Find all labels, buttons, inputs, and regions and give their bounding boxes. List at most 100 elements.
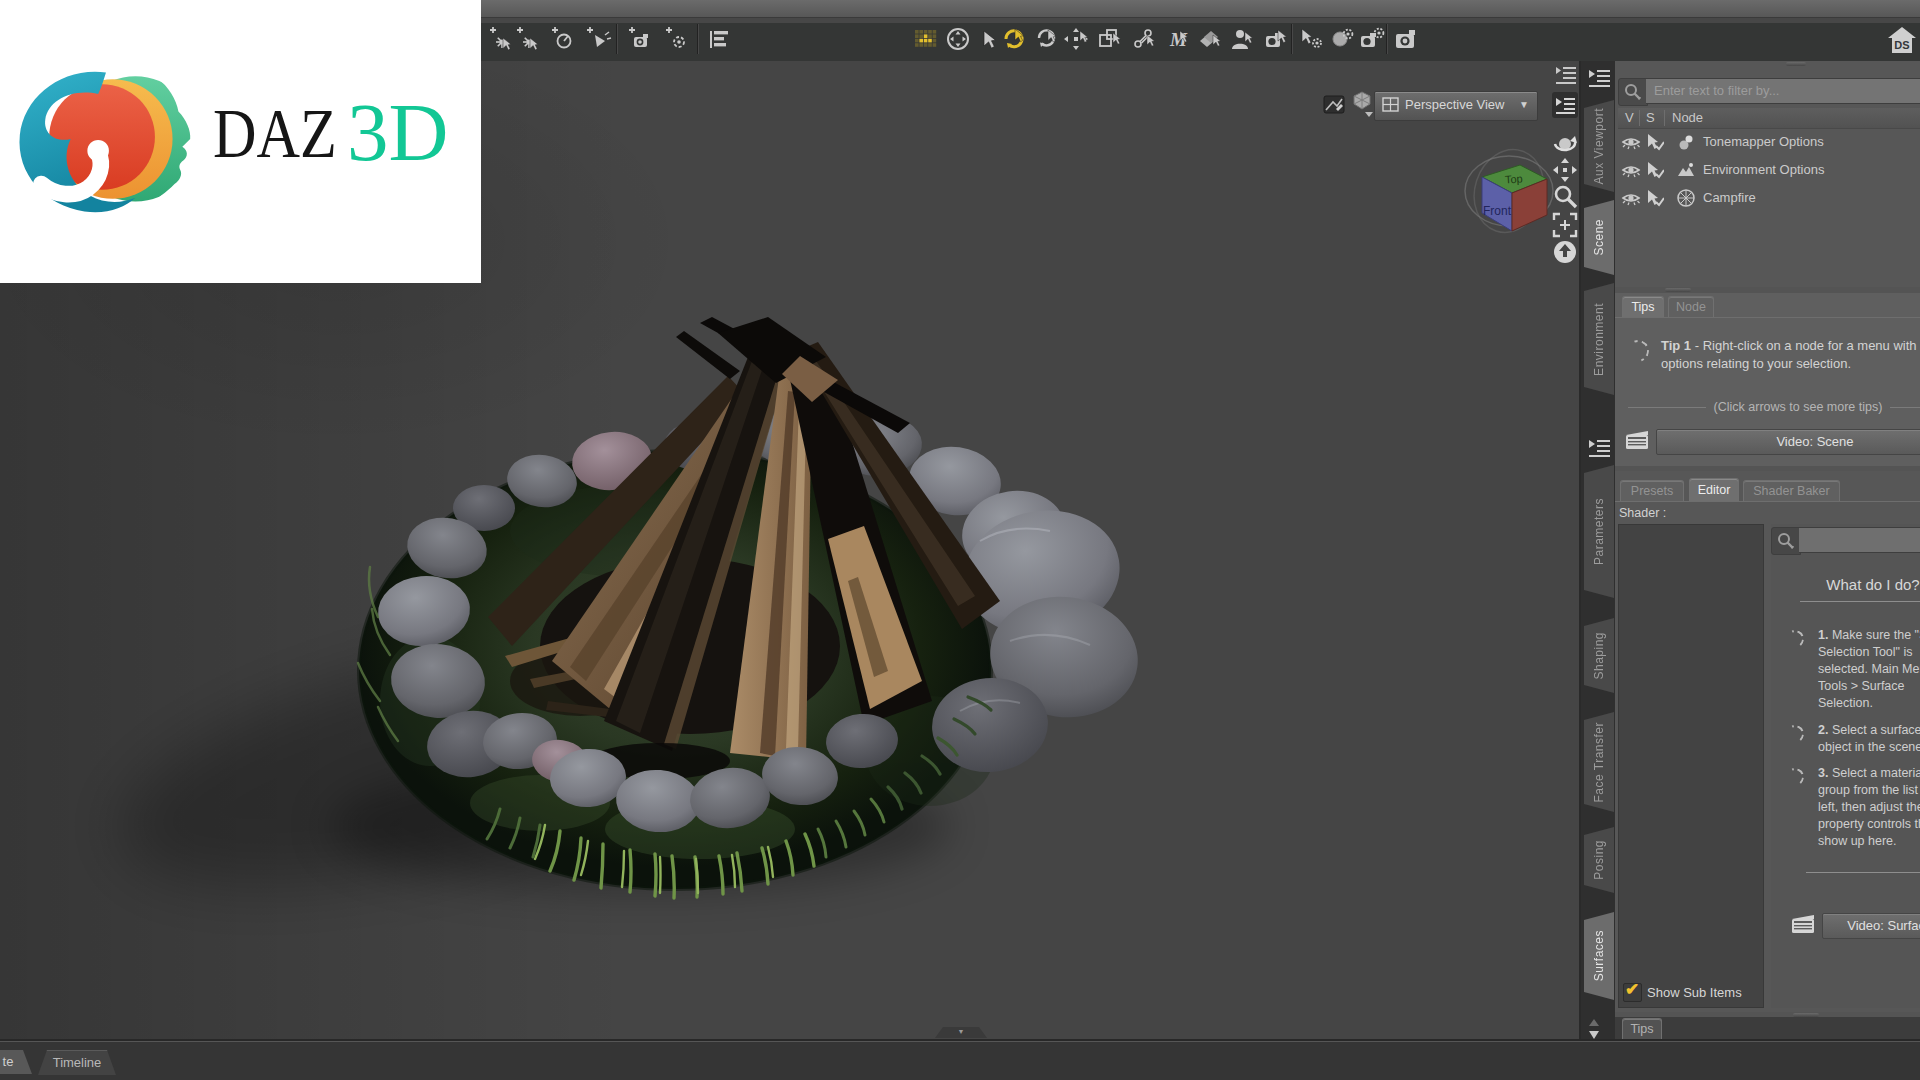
show-sub-items-checkbox[interactable]: ✔ — [1623, 983, 1642, 1002]
pan-view-icon[interactable] — [1552, 157, 1578, 183]
viewport-window-icon — [1382, 97, 1400, 113]
reset-view-icon[interactable] — [1552, 239, 1578, 265]
tip-title: Tip 1 — [1661, 338, 1691, 353]
daz-logo-panel: DAZ 3D — [0, 0, 481, 283]
selectable-cursor-icon[interactable] — [1644, 189, 1664, 207]
scene-node-row[interactable]: Environment Options — [1618, 156, 1920, 184]
view-selector-label: Perspective View — [1405, 92, 1504, 118]
visibility-eye-icon[interactable] — [1621, 134, 1641, 150]
scene-node-row[interactable]: Tonemapper Options — [1618, 128, 1920, 156]
surface-selection-icon[interactable] — [1196, 25, 1224, 53]
col-node: Node — [1672, 108, 1703, 128]
scene-tree-header: V S Node — [1618, 108, 1920, 129]
figure-setup-icon[interactable] — [1228, 25, 1256, 53]
pane-options-icon[interactable] — [1586, 436, 1612, 460]
view-selector-dropdown[interactable]: Perspective View ▼ — [1374, 91, 1538, 121]
tab-editor[interactable]: Editor — [1689, 478, 1739, 501]
view-mode-icon[interactable] — [1349, 90, 1375, 118]
visibility-eye-icon[interactable] — [1621, 162, 1641, 178]
surface-group-list[interactable] — [1618, 524, 1764, 1008]
dock-grip[interactable] — [1786, 62, 1806, 66]
side-tab-posing[interactable]: Posing — [1584, 827, 1614, 893]
surface-filter-input[interactable] — [1799, 527, 1920, 553]
frame-view-icon[interactable] — [1552, 212, 1578, 238]
scene-node-label: Campfire — [1703, 184, 1756, 212]
scene-node-label: Environment Options — [1703, 156, 1824, 184]
toolbar-separator — [697, 24, 698, 54]
translate-tool-icon[interactable] — [1063, 25, 1091, 53]
side-tab-face-transfer[interactable]: Face Transfer — [1584, 712, 1614, 812]
camera-settings-icon[interactable] — [1358, 25, 1386, 53]
geometry-editor-icon[interactable]: M — [1164, 25, 1192, 53]
scene-filter-input[interactable]: Enter text to filter by... — [1646, 78, 1920, 104]
geometry-cube-icon — [1676, 189, 1696, 207]
rotate-tool-icon[interactable] — [1032, 25, 1060, 53]
selectable-cursor-icon[interactable] — [1644, 161, 1664, 179]
environment-icon — [1676, 161, 1696, 179]
tab-tips[interactable]: Tips — [1622, 296, 1664, 317]
viewport-pane-menu-icon[interactable] — [1554, 64, 1578, 86]
visibility-eye-icon[interactable] — [1621, 190, 1641, 206]
scale-tool-icon[interactable] — [1096, 25, 1124, 53]
tab-presets[interactable]: Presets — [1620, 480, 1684, 501]
side-tab-scene[interactable]: Scene — [1584, 200, 1614, 275]
scene-node-row[interactable]: Campfire — [1618, 184, 1920, 212]
render-settings-icon[interactable] — [1328, 25, 1356, 53]
cube-top-label: Top — [1504, 172, 1523, 185]
video-surfaces-button[interactable]: Video: Surfaces — [1822, 913, 1920, 939]
side-tab-aux-viewport[interactable]: Aux Viewport — [1584, 100, 1614, 192]
tab-node[interactable]: Node — [1668, 296, 1714, 317]
pane-options-icon[interactable] — [1586, 66, 1612, 90]
more-tips-label: (Click arrows to see more tips) — [1628, 400, 1920, 414]
side-tab-shaping[interactable]: Shaping — [1584, 618, 1614, 693]
surface-step: 3. Select a material group from the list… — [1818, 765, 1920, 850]
tab-shader-baker[interactable]: Shader Baker — [1743, 480, 1840, 501]
daz-home-icon[interactable]: DS — [1886, 24, 1918, 56]
video-film-icon — [1626, 431, 1648, 451]
tab-scroll-arrows[interactable] — [1588, 1018, 1600, 1040]
create-orbit-camera-icon[interactable] — [664, 25, 692, 53]
toolbar-separator — [616, 24, 617, 54]
video-scene-button[interactable]: Video: Scene — [1656, 429, 1920, 455]
render-icon[interactable] — [1392, 25, 1420, 53]
orbit-view-icon[interactable] — [1552, 130, 1578, 156]
spotlight-partial-icon[interactable] — [488, 25, 516, 53]
logo-3d-text: 3D — [347, 84, 448, 180]
col-visible: V — [1625, 108, 1634, 128]
tab-tips-bottom[interactable]: Tips — [1622, 1018, 1662, 1039]
scene-node-label: Tonemapper Options — [1703, 128, 1824, 156]
shader-label: Shader : — [1619, 506, 1666, 520]
daz-swirl-logo — [12, 58, 198, 216]
zoom-view-icon[interactable] — [1552, 183, 1578, 209]
side-tab-environment[interactable]: Environment — [1584, 283, 1614, 395]
selectable-cursor-icon[interactable] — [1644, 133, 1664, 151]
toolbar-separator — [1291, 24, 1292, 54]
active-rotate-icon[interactable] — [1000, 25, 1028, 53]
surface-help-title: What do I do? — [1771, 576, 1920, 593]
camera-selection-icon[interactable] — [1262, 25, 1290, 53]
view-orientation-cube[interactable]: Top Front — [1452, 143, 1567, 243]
create-spotlight-icon[interactable] — [585, 25, 613, 53]
surface-filter-search-icon[interactable] — [1771, 527, 1801, 555]
create-point-light-icon[interactable] — [515, 25, 543, 53]
create-sun-light-icon[interactable] — [550, 25, 578, 53]
surface-step: 2. Select a surface by clicking an objec… — [1818, 722, 1920, 756]
view-options-icon[interactable] — [706, 25, 734, 53]
scene-filter-search-icon[interactable] — [1618, 78, 1648, 106]
create-camera-icon[interactable] — [627, 25, 655, 53]
video-film-icon — [1792, 915, 1814, 935]
universal-manipulator-icon[interactable] — [944, 25, 972, 53]
scene-grid-icon[interactable] — [912, 25, 940, 53]
viewport-collapse-handle[interactable]: ▼ — [935, 1027, 987, 1038]
tool-settings-icon[interactable] — [1298, 25, 1326, 53]
col-selectable: S — [1646, 108, 1655, 128]
tonemapper-icon — [1676, 133, 1696, 151]
side-tab-parameters[interactable]: Parameters — [1584, 465, 1614, 598]
viewport-options-icon[interactable] — [1552, 92, 1578, 118]
tab-timeline[interactable]: Timeline — [38, 1050, 116, 1075]
logo-daz-text: DAZ — [213, 94, 337, 174]
joint-editor-icon[interactable] — [1130, 25, 1158, 53]
side-tab-surfaces[interactable]: Surfaces — [1584, 912, 1614, 1000]
draw-style-icon[interactable] — [1322, 93, 1346, 117]
toolbar-separator — [1386, 24, 1387, 54]
